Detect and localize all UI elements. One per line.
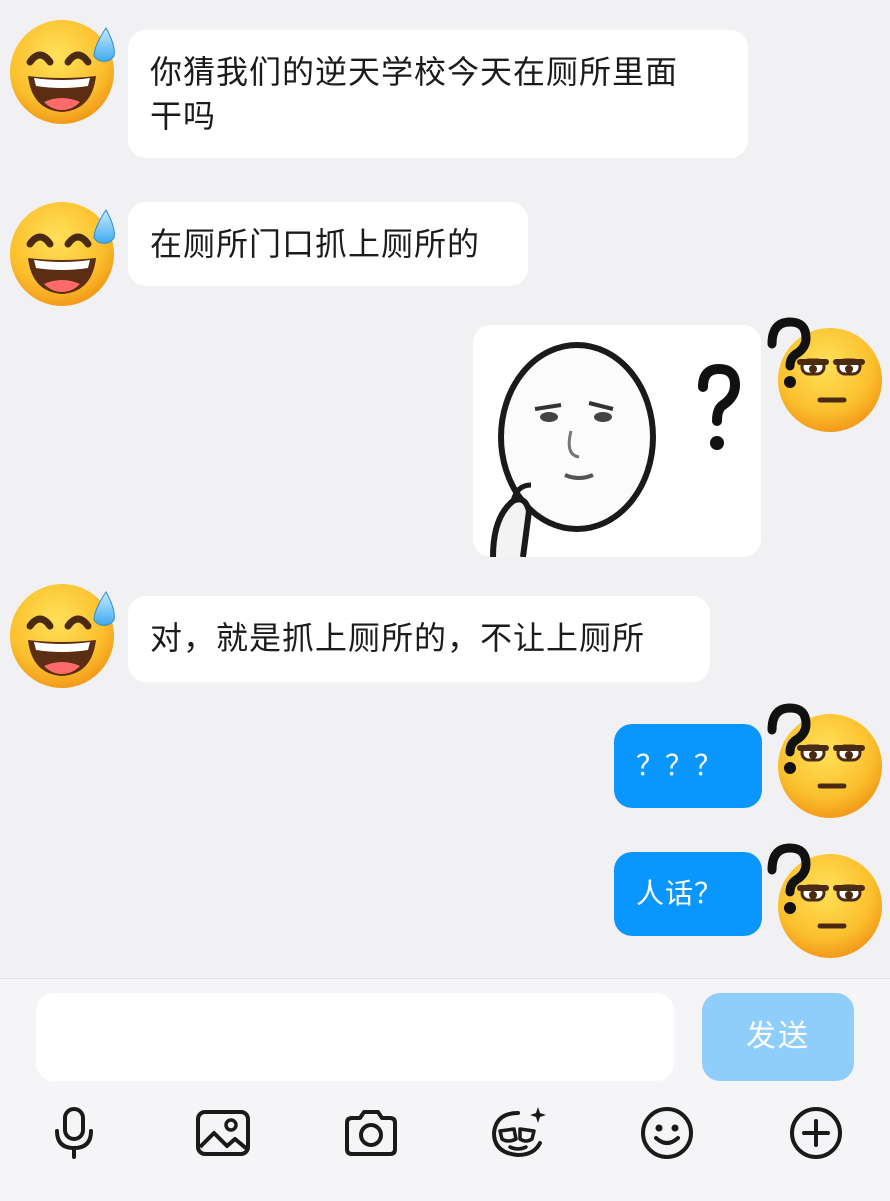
- my-avatar[interactable]: [764, 316, 890, 436]
- sweat-smile-emoji-icon: [4, 10, 124, 130]
- sticker-button[interactable]: [488, 1103, 548, 1163]
- message-text: 在厕所门口抓上厕所的: [150, 225, 481, 263]
- incoming-message-bubble[interactable]: 对，就是抓上厕所的，不让上厕所: [128, 596, 710, 682]
- voice-button[interactable]: [44, 1103, 104, 1163]
- sticker-edit-icon: [491, 1107, 546, 1158]
- input-bar: 发送: [0, 978, 890, 1201]
- incoming-message-bubble[interactable]: 你猜我们的逆天学校今天在厕所里面 干吗: [128, 30, 748, 158]
- emoji-button[interactable]: [637, 1103, 697, 1163]
- image-button[interactable]: [193, 1103, 253, 1163]
- unamused-question-emoji-icon: [764, 842, 884, 962]
- more-button[interactable]: [786, 1103, 846, 1163]
- sender-avatar[interactable]: [4, 192, 124, 312]
- send-button[interactable]: 发送: [702, 993, 854, 1081]
- confused-face-sticker-icon: [473, 325, 761, 557]
- message-text-line: 你猜我们的逆天学校今天在厕所里面: [150, 53, 679, 91]
- emoji-icon: [641, 1107, 693, 1159]
- message-text: 对，就是抓上厕所的，不让上厕所: [150, 619, 646, 657]
- plus-icon: [790, 1107, 842, 1159]
- sender-avatar[interactable]: [4, 10, 124, 130]
- outgoing-message-bubble[interactable]: ？？？: [614, 724, 762, 808]
- my-avatar[interactable]: [764, 842, 884, 962]
- sweat-smile-emoji-icon: [4, 574, 124, 694]
- unamused-question-emoji-icon: [764, 316, 884, 436]
- camera-button[interactable]: [341, 1103, 401, 1163]
- sticker-message[interactable]: [473, 325, 761, 557]
- incoming-message-bubble[interactable]: 在厕所门口抓上厕所的: [128, 202, 528, 286]
- message-text: ？？？: [636, 749, 724, 782]
- my-avatar[interactable]: [764, 702, 884, 822]
- microphone-icon: [55, 1107, 93, 1159]
- sender-avatar[interactable]: [4, 574, 124, 694]
- camera-icon: [345, 1110, 397, 1156]
- unamused-question-emoji-icon: [764, 702, 884, 822]
- message-text-line: 干吗: [150, 97, 217, 135]
- message-input[interactable]: [36, 993, 674, 1081]
- image-icon: [196, 1110, 250, 1156]
- message-text: 人话？: [636, 877, 724, 910]
- sweat-smile-emoji-icon: [4, 192, 124, 312]
- chat-message-area[interactable]: 你猜我们的逆天学校今天在厕所里面 干吗 在厕所门口抓上厕所的 对，就是抓上厕所的…: [0, 0, 890, 978]
- outgoing-message-bubble[interactable]: 人话？: [614, 852, 762, 936]
